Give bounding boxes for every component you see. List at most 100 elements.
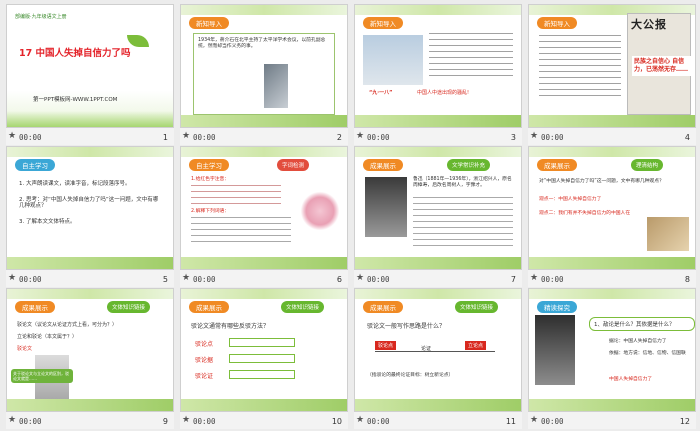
slide-canvas: 成果展示 文体知识链接 驳论文（议论文从论证方式上看，可分为？） 立论和驳论（本…: [6, 288, 174, 412]
slide-thumbnail-1[interactable]: 部编版·九年级语文上册 17 中国人失掉自信力了吗 第一PPT模板网-WWW.1…: [6, 4, 174, 145]
slide-timing: 00:00: [541, 417, 564, 426]
animation-star-icon: ★: [182, 415, 191, 425]
slide-footer: ★ 00:00 12: [528, 412, 696, 429]
header-strip: [7, 147, 173, 157]
slide-footer: ★ 00:00 9: [6, 412, 174, 429]
callout-bubble: 文体知识链接: [107, 301, 151, 313]
callout-bubble: 理清结构: [631, 159, 664, 171]
caption-1: “九·一八”: [369, 90, 393, 96]
grass-decoration: [7, 111, 173, 127]
section-tag: 成果展示: [537, 159, 577, 171]
newspaper-clipping: 大公报 民族之自信心 自信力，已荡然无存……: [627, 13, 692, 115]
animation-star-icon: ★: [8, 415, 17, 425]
method-1: 驳论点: [195, 341, 214, 348]
slide-canvas: 成果展示 文体知识链接 驳论文通常有哪些反驳方法？ 驳论点 驳论据 驳论证: [180, 288, 348, 412]
slide-canvas: 新知导入 1934年，蔣介石在北平主持了太平洋学术会议，以前孔副总统，然而却当作…: [180, 4, 348, 128]
slide-thumbnail-12[interactable]: 精读探究 1、敌论是什么？其依据是什么？ 据论：中国人失掉自信力了 依据：地方说…: [528, 288, 696, 429]
footer-strip: [355, 399, 521, 411]
slide-thumbnail-4[interactable]: 新知导入 大公报 民族之自信心 自信力，已荡然无存…… ★ 00:00 4: [528, 4, 696, 145]
section-tag: 新知导入: [189, 17, 229, 29]
monument-photo: [363, 35, 423, 85]
question-text: 驳论文通常有哪些反驳方法？: [191, 323, 270, 330]
step-1: 驳论点: [375, 341, 397, 350]
slide-thumbnail-8[interactable]: 成果展示 理清结构 对“中国人失掉自信力了吗”这一问题，文中有哪几种观点？ 观点…: [528, 146, 696, 287]
slide-canvas: 部编版·九年级语文上册 17 中国人失掉自信力了吗 第一PPT模板网-WWW.1…: [6, 4, 174, 128]
method-2-box: [229, 354, 295, 363]
reason-3: 中国人失掉自信力了: [609, 377, 653, 382]
flower-image: [301, 191, 339, 231]
slide-thumbnail-7[interactable]: 成果展示 文学常识补充 鲁迅（1881年—1936年），浙江绍兴人，原名周樟寿，…: [354, 146, 522, 287]
question-2: 2.解释下列词语：: [191, 209, 230, 214]
slide-timing: 00:00: [367, 133, 390, 142]
animation-star-icon: ★: [356, 131, 365, 141]
reason-1: 据论：中国人失掉自信力了: [609, 339, 667, 344]
task-3: 3. 了解本文文体特点。: [19, 219, 76, 225]
question-1: 1.给红色字注音：: [191, 177, 230, 182]
slide-footer: ★ 00:00 7: [354, 270, 522, 287]
header-strip: [181, 289, 347, 299]
note-box: 关于驳论文与立论文的区别，驳论文就是……: [11, 369, 73, 383]
slide-footer: ★ 00:00 3: [354, 128, 522, 145]
flow-line: [375, 351, 495, 352]
method-1-box: [229, 338, 295, 347]
callout-bubble: 文学常识补充: [447, 159, 491, 171]
slide-footer: ★ 00:00 11: [354, 412, 522, 429]
method-2: 驳论据: [195, 357, 214, 364]
slide-number: 8: [684, 275, 690, 284]
slide-title: 17 中国人失掉自信力了吗: [19, 48, 131, 59]
biography-lines: [413, 197, 513, 249]
portrait-photo: [264, 64, 288, 108]
section-tag: 新知导入: [537, 17, 577, 29]
slide-canvas: 自主学习 1. 大声朗读课文，读准字音，标记段落序号。 2. 思考：对“中国人失…: [6, 146, 174, 270]
slide-timing: 00:00: [541, 275, 564, 284]
portrait-photo: [365, 177, 407, 237]
slide-footer: ★ 00:00 5: [6, 270, 174, 287]
slide-number: 5: [162, 275, 168, 284]
slide-canvas: 新知导入 “九·一八” 中国人中途出现的骚乱!: [354, 4, 522, 128]
animation-star-icon: ★: [530, 131, 539, 141]
question-text: 驳论文一般写作思路是什么？: [367, 323, 446, 330]
slide-number: 7: [510, 275, 516, 284]
animation-star-icon: ★: [182, 273, 191, 283]
slide-footer: ★ 00:00 4: [528, 128, 696, 145]
section-tag: 自主学习: [15, 159, 55, 171]
viewpoint-2: 观点二：我们有并不失掉自信力的中国人在: [539, 211, 631, 216]
slide-thumbnail-6[interactable]: 自主学习 字词检测 1.给红色字注音： 2.解释下列词语： ★ 00:00 6: [180, 146, 348, 287]
slide-thumbnail-10[interactable]: 成果展示 文体知识链接 驳论文通常有哪些反驳方法？ 驳论点 驳论据 驳论证 ★ …: [180, 288, 348, 429]
method-3: 驳论证: [195, 373, 214, 380]
pinyin-lines: [191, 185, 281, 205]
slide-timing: 00:00: [367, 275, 390, 284]
slide-timing: 00:00: [19, 417, 42, 426]
footer-strip: [181, 399, 347, 411]
question-box: 1、敌论是什么？其依据是什么？: [589, 317, 695, 331]
section-tag: 新知导入: [363, 17, 403, 29]
header-strip: [529, 289, 695, 299]
animation-star-icon: ★: [8, 273, 17, 283]
animation-star-icon: ★: [8, 131, 17, 141]
slide-thumbnail-11[interactable]: 成果展示 文体知识链接 驳论文一般写作思路是什么？ 驳论点 论证 立论点 （指驳…: [354, 288, 522, 429]
slide-timing: 00:00: [193, 275, 216, 284]
step-3: 立论点: [465, 341, 487, 350]
caption-2: 中国人中途出现的骚乱!: [417, 90, 470, 96]
slide-thumbnail-3[interactable]: 新知导入 “九·一八” 中国人中途出现的骚乱! ★ 00:00 3: [354, 4, 522, 145]
slide-footer: ★ 00:00 2: [180, 128, 348, 145]
text-box: 1934年，蔣介石在北平主持了太平洋学术会议，以前孔副总统，然而却当作义务的事。: [193, 33, 335, 115]
slide-thumbnail-5[interactable]: 自主学习 1. 大声朗读课文，读准字音，标记段落序号。 2. 思考：对“中国人失…: [6, 146, 174, 287]
wall-photo: [647, 217, 689, 251]
animation-star-icon: ★: [530, 415, 539, 425]
footer-strip: [529, 257, 695, 269]
slide-footer: ★ 00:00 6: [180, 270, 348, 287]
section-tag: 成果展示: [363, 159, 403, 171]
slide-thumbnail-9[interactable]: 成果展示 文体知识链接 驳论文（议论文从论证方式上看，可分为？） 立论和驳论（本…: [6, 288, 174, 429]
header-strip: [181, 147, 347, 157]
line-3: 驳论文: [17, 346, 33, 352]
slide-number: 10: [331, 417, 342, 426]
section-tag: 自主学习: [189, 159, 229, 171]
body-text-lines: [429, 33, 513, 81]
line-2: 立论和驳论（本文属于？）: [17, 334, 78, 340]
question-text: 对“中国人失掉自信力了吗”这一问题，文中有哪几种观点？: [539, 179, 664, 184]
definition-lines: [191, 217, 291, 247]
slide-subtitle: 第一PPT模板网-WWW.1PPT.COM: [33, 97, 118, 103]
slide-footer: ★ 00:00 8: [528, 270, 696, 287]
slide-thumbnail-2[interactable]: 新知导入 1934年，蔣介石在北平主持了太平洋学术会议，以前孔副总统，然而却当作…: [180, 4, 348, 145]
